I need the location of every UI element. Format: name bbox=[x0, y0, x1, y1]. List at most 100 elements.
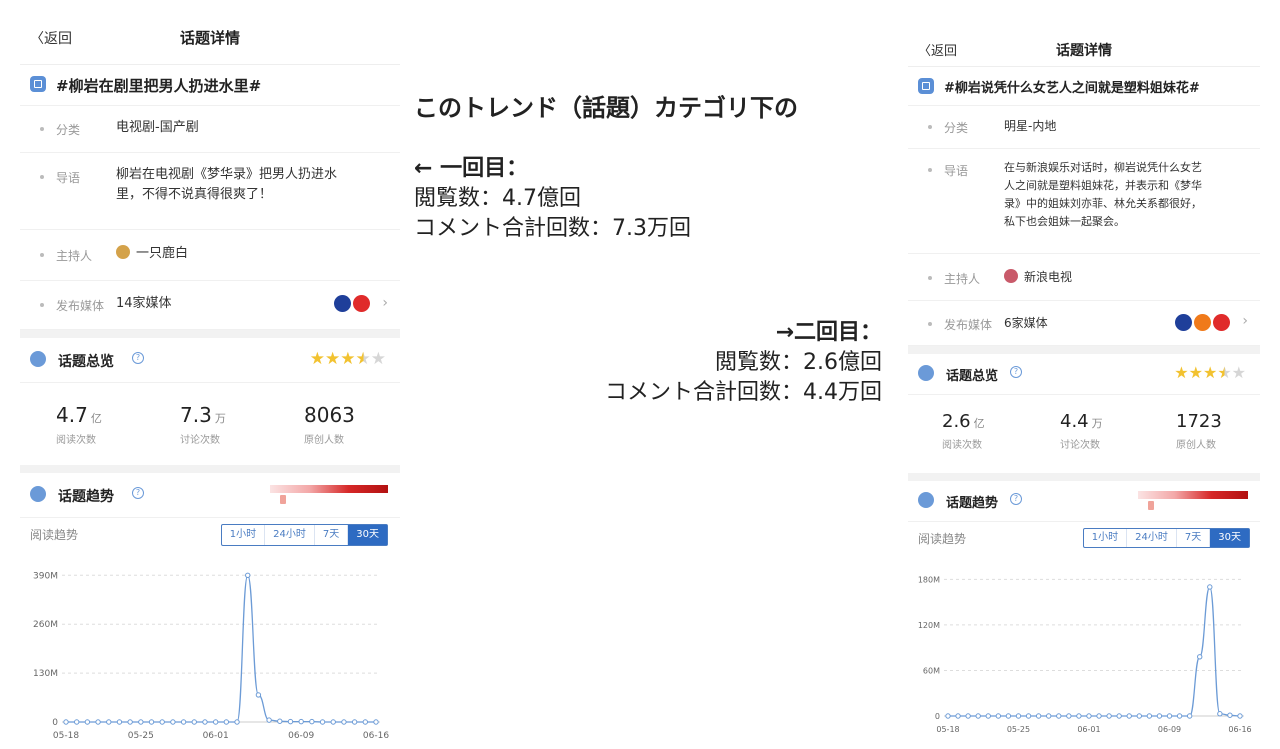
annotation-second-comments: コメント合計回数：4.4万回 bbox=[605, 380, 882, 405]
section-gap bbox=[908, 473, 1260, 481]
help-icon[interactable]: ? bbox=[132, 352, 144, 364]
x-tick-label: 05-18 bbox=[53, 731, 79, 741]
stat-value: 4.4 bbox=[1060, 411, 1089, 432]
host-name: 新浪电视 bbox=[1024, 270, 1073, 284]
tab-30d[interactable]: 30天 bbox=[348, 525, 387, 545]
tab-24h[interactable]: 24小时 bbox=[1127, 529, 1177, 547]
data-point bbox=[1045, 713, 1052, 719]
host-value[interactable]: 新浪电视 bbox=[1004, 267, 1072, 287]
y-tick-label: 0 bbox=[935, 712, 940, 721]
y-tick-label: 130M bbox=[33, 669, 58, 679]
media-count: 14家媒体 bbox=[116, 296, 172, 311]
stat-unit: 万 bbox=[1091, 417, 1103, 430]
bullet-icon bbox=[40, 175, 44, 179]
media-row[interactable]: 发布媒体 6家媒体 › bbox=[908, 301, 1260, 346]
trend-label: 阅读趋势 bbox=[918, 532, 967, 546]
media-count: 6家媒体 bbox=[1004, 316, 1048, 330]
data-point bbox=[965, 713, 971, 719]
help-icon[interactable]: ? bbox=[1010, 366, 1022, 378]
bullet-icon bbox=[928, 276, 932, 280]
data-point bbox=[1076, 713, 1082, 719]
overview-header: 话题总览 ? ★★★★★ bbox=[908, 354, 1260, 395]
y-tick-label: 120M bbox=[918, 621, 940, 630]
heat-marker-icon bbox=[1148, 501, 1154, 510]
star-icon: ★ bbox=[1217, 363, 1232, 382]
data-point bbox=[1005, 713, 1012, 719]
tab-7d[interactable]: 7天 bbox=[1177, 529, 1211, 547]
data-point bbox=[341, 719, 347, 725]
bullet-icon bbox=[928, 168, 932, 172]
read-trend-svg: 0 60M 120M 180M 05-18 05-25 06-01 06-09 06-16 bbox=[918, 575, 1252, 734]
data-point bbox=[1176, 713, 1183, 719]
star-icon: ★ bbox=[309, 349, 325, 369]
overview-title: 话题总览 bbox=[946, 369, 999, 384]
media-badges bbox=[332, 295, 370, 316]
data-point bbox=[1227, 712, 1233, 718]
topic-header: #柳岩在剧里把男人扔进水里# bbox=[20, 65, 400, 106]
x-tick-label: 06-01 bbox=[203, 731, 229, 741]
bullet-icon bbox=[928, 322, 932, 326]
data-point bbox=[1146, 713, 1153, 719]
data-point bbox=[223, 719, 230, 725]
stat-label: 讨论次数 bbox=[180, 435, 220, 446]
data-point bbox=[1086, 713, 1092, 719]
stat-value: 1723 bbox=[1176, 411, 1222, 432]
host-label: 主持人 bbox=[944, 272, 981, 286]
media-row[interactable]: 发布媒体 14家媒体 › bbox=[20, 281, 400, 330]
help-icon[interactable]: ? bbox=[132, 487, 144, 499]
star-icon: ★ bbox=[370, 349, 386, 369]
data-point bbox=[1197, 654, 1203, 660]
read-trend-chart: 0 60M 120M 180M 05-18 05-25 06-01 06-09 06-16 bbox=[908, 556, 1260, 736]
topic-title: #柳岩说凭什么女艺人之间就是塑料姐妹花# bbox=[944, 81, 1200, 96]
stat-discussions: 4.4 万 讨论次数 bbox=[1060, 411, 1170, 451]
heat-bar bbox=[1138, 491, 1248, 499]
stat-label: 阅读次数 bbox=[942, 440, 982, 451]
stat-unit: 亿 bbox=[973, 417, 985, 430]
stat-value: 2.6 bbox=[942, 411, 971, 432]
annotation-first-comments: コメント合計回数：7.3万回 bbox=[414, 216, 691, 241]
x-tick-label: 06-09 bbox=[288, 731, 314, 741]
tab-1h[interactable]: 1小时 bbox=[222, 525, 266, 545]
host-value[interactable]: 一只鹿白 bbox=[116, 244, 188, 264]
y-tick-label: 0 bbox=[52, 718, 58, 728]
media-logo-icon bbox=[1194, 314, 1211, 331]
topic-icon bbox=[918, 78, 934, 94]
data-point bbox=[1207, 584, 1213, 590]
chart-icon bbox=[918, 492, 934, 508]
read-trend-svg: 0 130M 260M 390M 05-18 05-25 06-01 06-09 06-16 bbox=[33, 571, 389, 741]
data-point bbox=[95, 719, 101, 725]
data-point bbox=[985, 713, 991, 719]
nav-bar: 〈返回 话题详情 bbox=[908, 30, 1260, 67]
tab-1h[interactable]: 1小时 bbox=[1084, 529, 1128, 547]
data-point bbox=[116, 719, 123, 725]
media-label: 发布媒体 bbox=[56, 299, 105, 313]
stat-value: 8063 bbox=[304, 403, 355, 427]
data-point bbox=[127, 719, 133, 725]
data-point bbox=[955, 713, 961, 719]
stat-label: 讨论次数 bbox=[1060, 440, 1100, 451]
data-point bbox=[309, 718, 315, 725]
section-gap bbox=[908, 346, 1260, 354]
category-value[interactable]: 明星-内地 bbox=[1004, 116, 1056, 136]
star-icon: ★ bbox=[1188, 363, 1203, 382]
intro-label: 导语 bbox=[944, 164, 969, 178]
category-row: 分类 电视剧-国产剧 bbox=[20, 106, 400, 153]
stat-unit: 万 bbox=[214, 412, 226, 425]
trend-header: 话题趋势 ? bbox=[20, 473, 400, 518]
bullet-icon bbox=[40, 253, 44, 257]
x-tick-label: 05-18 bbox=[936, 725, 959, 734]
trend-header: 话题趋势 ? bbox=[908, 481, 1260, 522]
data-point bbox=[1126, 713, 1132, 719]
chart-icon bbox=[30, 486, 46, 502]
category-value[interactable]: 电视剧-国产剧 bbox=[116, 118, 199, 138]
tab-7d[interactable]: 7天 bbox=[315, 525, 349, 545]
tab-24h[interactable]: 24小时 bbox=[265, 525, 315, 545]
intro-line: 在与新浪娱乐对话时，柳岩说凭什么女艺 bbox=[1004, 161, 1202, 174]
annotation-first-views: 閲覧数：4.7億回 bbox=[414, 186, 581, 211]
overview-title: 话题总览 bbox=[58, 354, 114, 370]
trend-controls: 阅读趋势 1小时 24小时 7天 30天 bbox=[20, 518, 400, 554]
help-icon[interactable]: ? bbox=[1010, 493, 1022, 505]
data-point bbox=[373, 719, 379, 725]
tab-30d[interactable]: 30天 bbox=[1210, 529, 1249, 547]
stat-label: 原创人数 bbox=[304, 435, 344, 446]
